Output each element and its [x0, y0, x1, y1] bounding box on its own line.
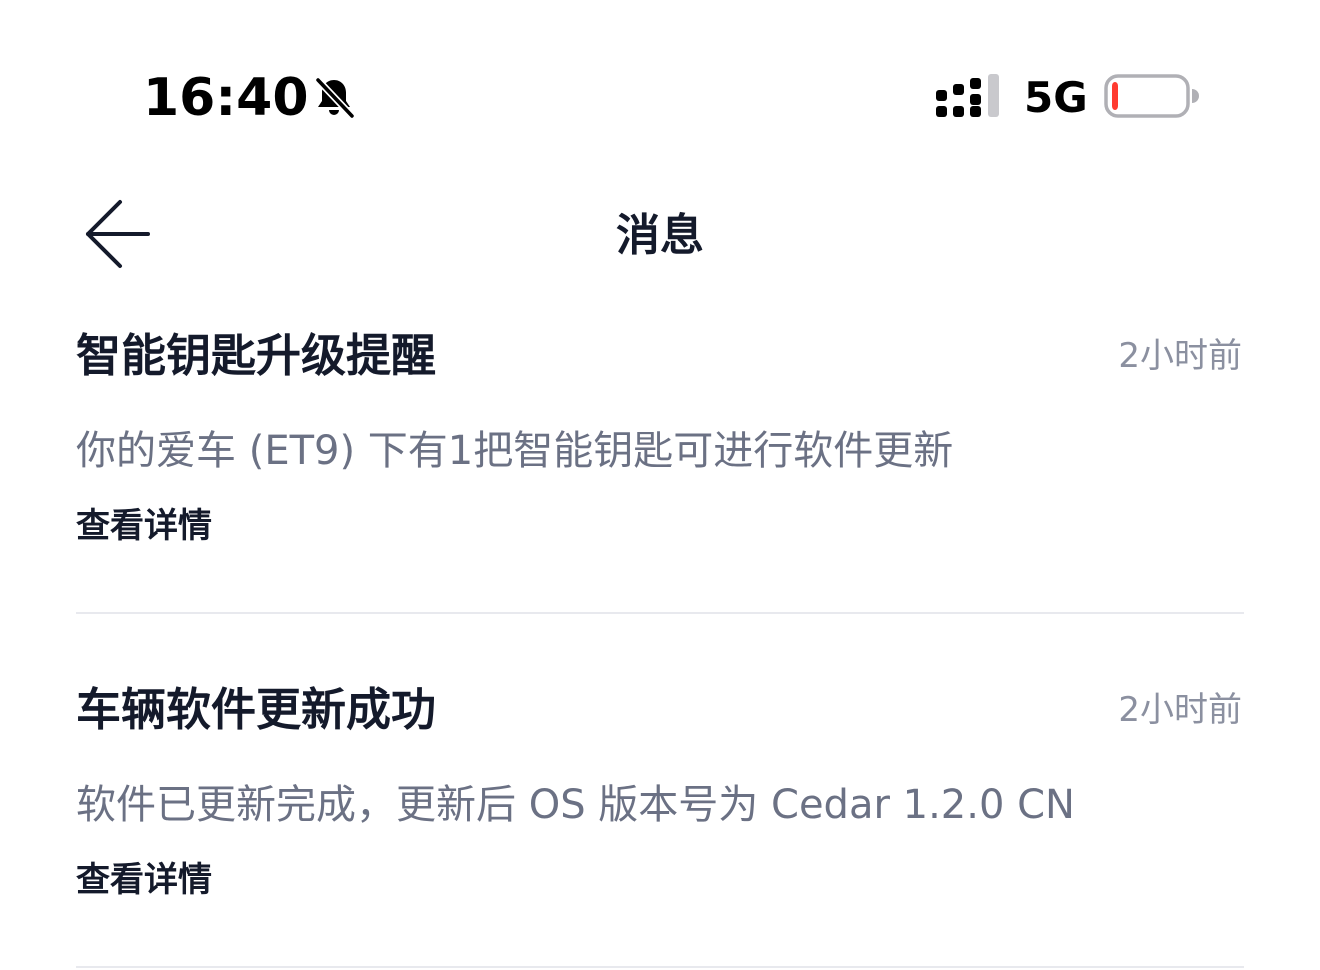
message-header: 车辆软件更新成功 2小时前 — [76, 674, 1244, 744]
message-title: 智能钥匙升级提醒 — [76, 329, 437, 382]
page-title: 消息 — [616, 210, 704, 261]
nav-bar: 消息 — [0, 180, 1320, 290]
message-body: 软件已更新完成，更新后 OS 版本号为 Cedar 1.2.0 CN — [76, 782, 1075, 828]
message-item[interactable]: 智能钥匙升级提醒 2小时前 你的爱车 (ET9) 下有1把智能钥匙可进行软件更新… — [76, 320, 1244, 548]
signal-icon — [936, 74, 999, 117]
divider — [76, 612, 1244, 614]
view-details-link[interactable]: 查看详情 — [76, 504, 212, 548]
message-time: 2小时前 — [1118, 690, 1242, 730]
view-details-link[interactable]: 查看详情 — [76, 858, 212, 902]
message-title: 车辆软件更新成功 — [76, 683, 437, 736]
message-item[interactable]: 车辆软件更新成功 2小时前 软件已更新完成，更新后 OS 版本号为 Cedar … — [76, 674, 1244, 902]
status-bar: 16:40 5G — [0, 0, 1320, 150]
message-header: 智能钥匙升级提醒 2小时前 — [76, 320, 1244, 390]
message-body: 你的爱车 (ET9) 下有1把智能钥匙可进行软件更新 — [76, 428, 954, 474]
divider — [76, 966, 1244, 968]
battery-low-icon — [1104, 74, 1199, 118]
message-time: 2小时前 — [1118, 336, 1242, 376]
status-time: 16:40 — [143, 68, 309, 128]
network-type: 5G — [1024, 73, 1088, 122]
bell-slash-icon — [314, 76, 356, 120]
